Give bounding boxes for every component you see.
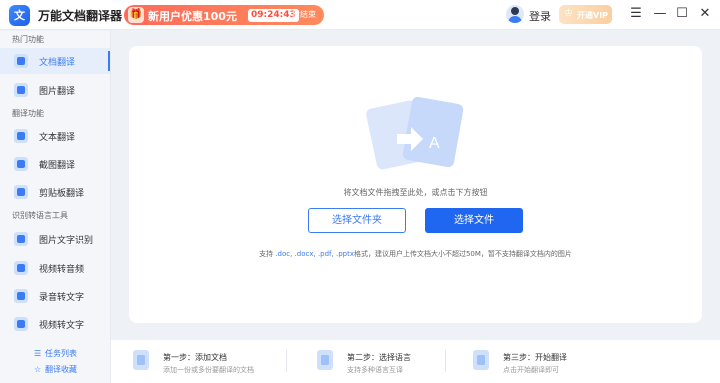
section-hot: 热门功能 — [12, 35, 44, 44]
support-formats: .doc, .docx, .pdf, .pptx — [275, 250, 354, 258]
audio-to-text-icon — [14, 289, 28, 303]
sidebar-item-label: 图片翻译 — [39, 87, 76, 97]
step-1: 第一步：添加文档 添加一份或多份要翻译的文档 — [133, 340, 303, 383]
user-avatar-icon[interactable] — [506, 5, 524, 23]
video-to-text-icon — [14, 317, 28, 331]
sidebar-item-audio-to-text[interactable]: 录音转文字 — [0, 283, 110, 309]
app-logo-icon: 文 — [9, 5, 30, 26]
sidebar-item-text-translate[interactable]: 文本翻译 — [0, 123, 110, 149]
promo-banner[interactable]: 🎁 新用户优惠100元 09:24:43 后结束 — [124, 5, 324, 25]
promo-end-label: 后结束 — [292, 10, 316, 19]
vip-label: 开通VIP — [577, 11, 609, 20]
sidebar-item-document-translate[interactable]: 文档翻译 — [0, 48, 110, 74]
list-icon: ☰ — [34, 349, 42, 358]
menu-icon[interactable]: ☰ — [628, 6, 644, 22]
support-prefix: 支持 — [259, 250, 274, 258]
title-bar: 文 万能文档翻译器 🎁 新用户优惠100元 09:24:43 后结束 登录 ♔ … — [0, 0, 720, 30]
step-3: 第三步：开始翻译 点击开始翻译即可 — [473, 340, 643, 383]
upload-illustration-icon: A — [366, 96, 464, 170]
sidebar-item-ocr[interactable]: 图片文字识别 — [0, 226, 110, 252]
steps-bar: 第一步：添加文档 添加一份或多份要翻译的文档 第二步：选择语言 支持多种语言互译… — [111, 340, 720, 383]
step-title: 第二步：选择语言 — [347, 353, 411, 362]
gift-icon: 🎁 — [128, 7, 144, 23]
app-title: 万能文档翻译器 — [38, 9, 123, 23]
step-desc: 支持多种语言互译 — [347, 366, 403, 374]
sidebar-item-label: 图片文字识别 — [39, 236, 94, 246]
step-divider — [286, 350, 287, 372]
favorites-label: 翻译收藏 — [45, 365, 77, 374]
section-recognition: 识别转语言工具 — [12, 211, 68, 220]
minimize-icon[interactable]: — — [652, 6, 668, 22]
step-desc: 添加一份或多份要翻译的文档 — [163, 366, 254, 374]
ocr-icon — [14, 232, 28, 246]
select-file-button[interactable]: 选择文件 — [425, 208, 523, 233]
vip-button[interactable]: ♔ 开通VIP — [559, 5, 612, 24]
step-desc: 点击开始翻译即可 — [503, 366, 559, 374]
file-drop-zone[interactable]: A 将文档文件拖拽至此处，或点击下方按钮 选择文件夹 选择文件 支持 .doc,… — [129, 46, 702, 323]
screenshot-translate-icon — [14, 157, 28, 171]
sidebar-item-label: 剪贴板翻译 — [39, 189, 85, 199]
document-translate-icon — [14, 54, 28, 68]
text-translate-icon — [14, 129, 28, 143]
clipboard-translate-icon — [14, 185, 28, 199]
supported-formats-note: 支持 .doc, .docx, .pdf, .pptx格式，建议用户上传文档大小… — [129, 249, 702, 259]
step-title: 第一步：添加文档 — [163, 353, 227, 362]
maximize-icon[interactable]: ☐ — [674, 6, 690, 22]
step-divider — [445, 350, 446, 372]
close-icon[interactable]: ✕ — [697, 6, 713, 22]
drop-hint: 将文档文件拖拽至此处，或点击下方按钮 — [343, 188, 488, 197]
sidebar-item-screenshot-translate[interactable]: 截图翻译 — [0, 151, 110, 177]
task-list-label: 任务列表 — [45, 349, 77, 358]
sidebar-item-label: 文档翻译 — [39, 58, 76, 68]
sidebar-item-label: 截图翻译 — [39, 161, 76, 171]
start-translate-icon — [473, 350, 489, 370]
sidebar-item-video-to-audio[interactable]: 视频转音频 — [0, 255, 110, 281]
language-icon — [317, 350, 333, 370]
sidebar-item-clipboard-translate[interactable]: 剪贴板翻译 — [0, 179, 110, 205]
sidebar-item-video-to-text[interactable]: 视频转文字 — [0, 311, 110, 337]
step-title: 第三步：开始翻译 — [503, 353, 567, 362]
sidebar-item-label: 视频转文字 — [39, 321, 85, 331]
star-icon: ☆ — [34, 365, 42, 374]
promo-text: 新用户优惠100元 — [148, 10, 237, 23]
crown-icon: ♔ — [564, 8, 573, 19]
sidebar: 热门功能 文档翻译 图片翻译 翻译功能 文本翻译 截图翻译 剪贴板翻译 识别转语… — [0, 31, 111, 383]
image-translate-icon — [14, 83, 28, 97]
task-list-link[interactable]: ☰ 任务列表 — [34, 348, 77, 359]
video-to-audio-icon — [14, 261, 28, 275]
sidebar-item-label: 录音转文字 — [39, 293, 85, 303]
step-2: 第二步：选择语言 支持多种语言互译 — [317, 340, 487, 383]
sidebar-item-image-translate[interactable]: 图片翻译 — [0, 77, 110, 103]
login-link[interactable]: 登录 — [529, 8, 551, 24]
add-document-icon — [133, 350, 149, 370]
svg-text:A: A — [429, 135, 440, 152]
support-suffix: 格式，建议用户上传文档大小不超过50M，暂不支持翻译文档内的图片 — [353, 250, 572, 258]
section-translate: 翻译功能 — [12, 109, 44, 118]
favorites-link[interactable]: ☆ 翻译收藏 — [34, 364, 77, 375]
sidebar-item-label: 视频转音频 — [39, 265, 85, 275]
select-folder-button[interactable]: 选择文件夹 — [308, 208, 406, 233]
sidebar-item-label: 文本翻译 — [39, 133, 76, 143]
